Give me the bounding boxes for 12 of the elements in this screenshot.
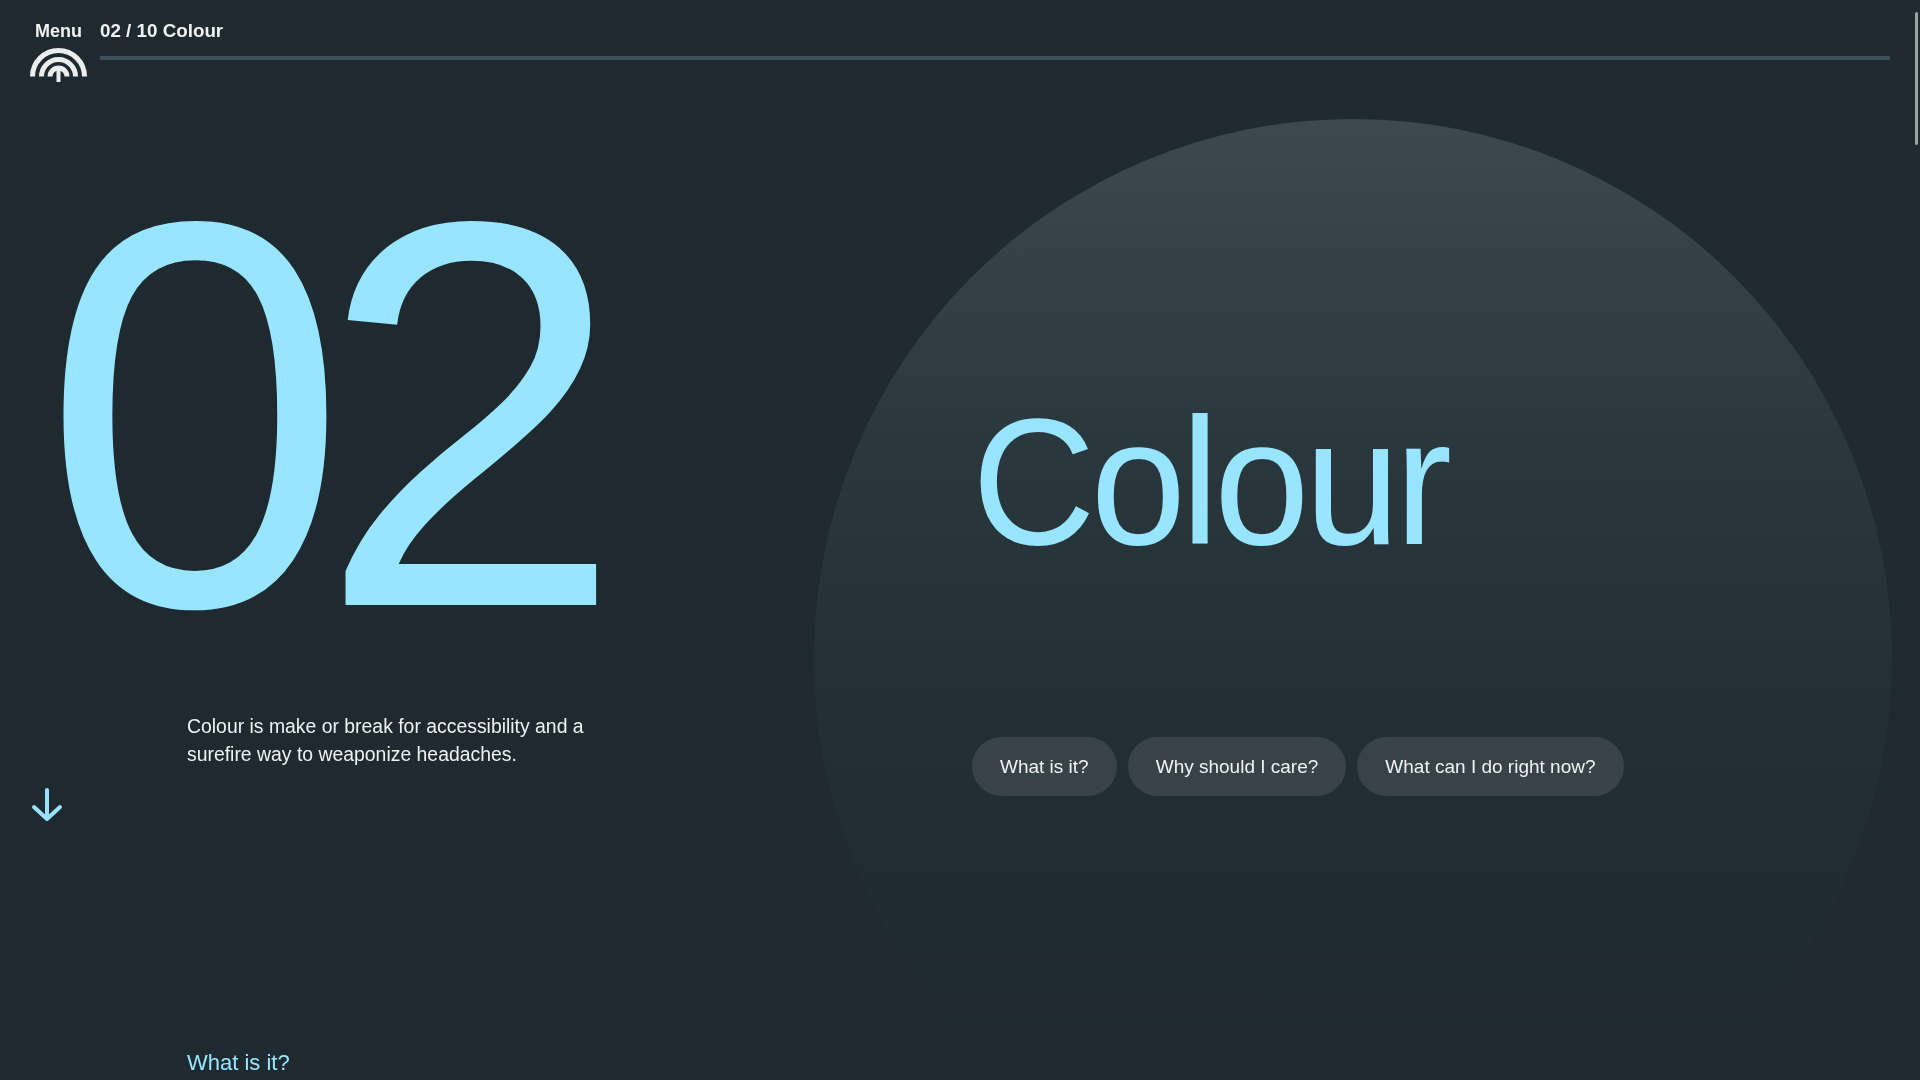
section-title: Colour [972, 392, 1449, 572]
section-heading: What is it? [187, 1050, 290, 1076]
menu-button[interactable]: Menu [35, 20, 82, 42]
arcs-logo-icon[interactable] [30, 48, 87, 82]
question-button[interactable]: What can I do right now? [1357, 737, 1624, 796]
question-button[interactable]: Why should I care? [1127, 737, 1347, 796]
scrollbar-thumb[interactable] [1915, 12, 1918, 145]
section-number: 02 [42, 140, 596, 690]
intro-text: Colour is make or break for accessibility and a surefire way to weaponize headaches. [187, 714, 585, 767]
section-breadcrumb: 02 / 10 Colour [100, 20, 224, 42]
question-button[interactable]: What is it? [972, 737, 1117, 796]
arrow-down-icon[interactable] [30, 788, 64, 822]
